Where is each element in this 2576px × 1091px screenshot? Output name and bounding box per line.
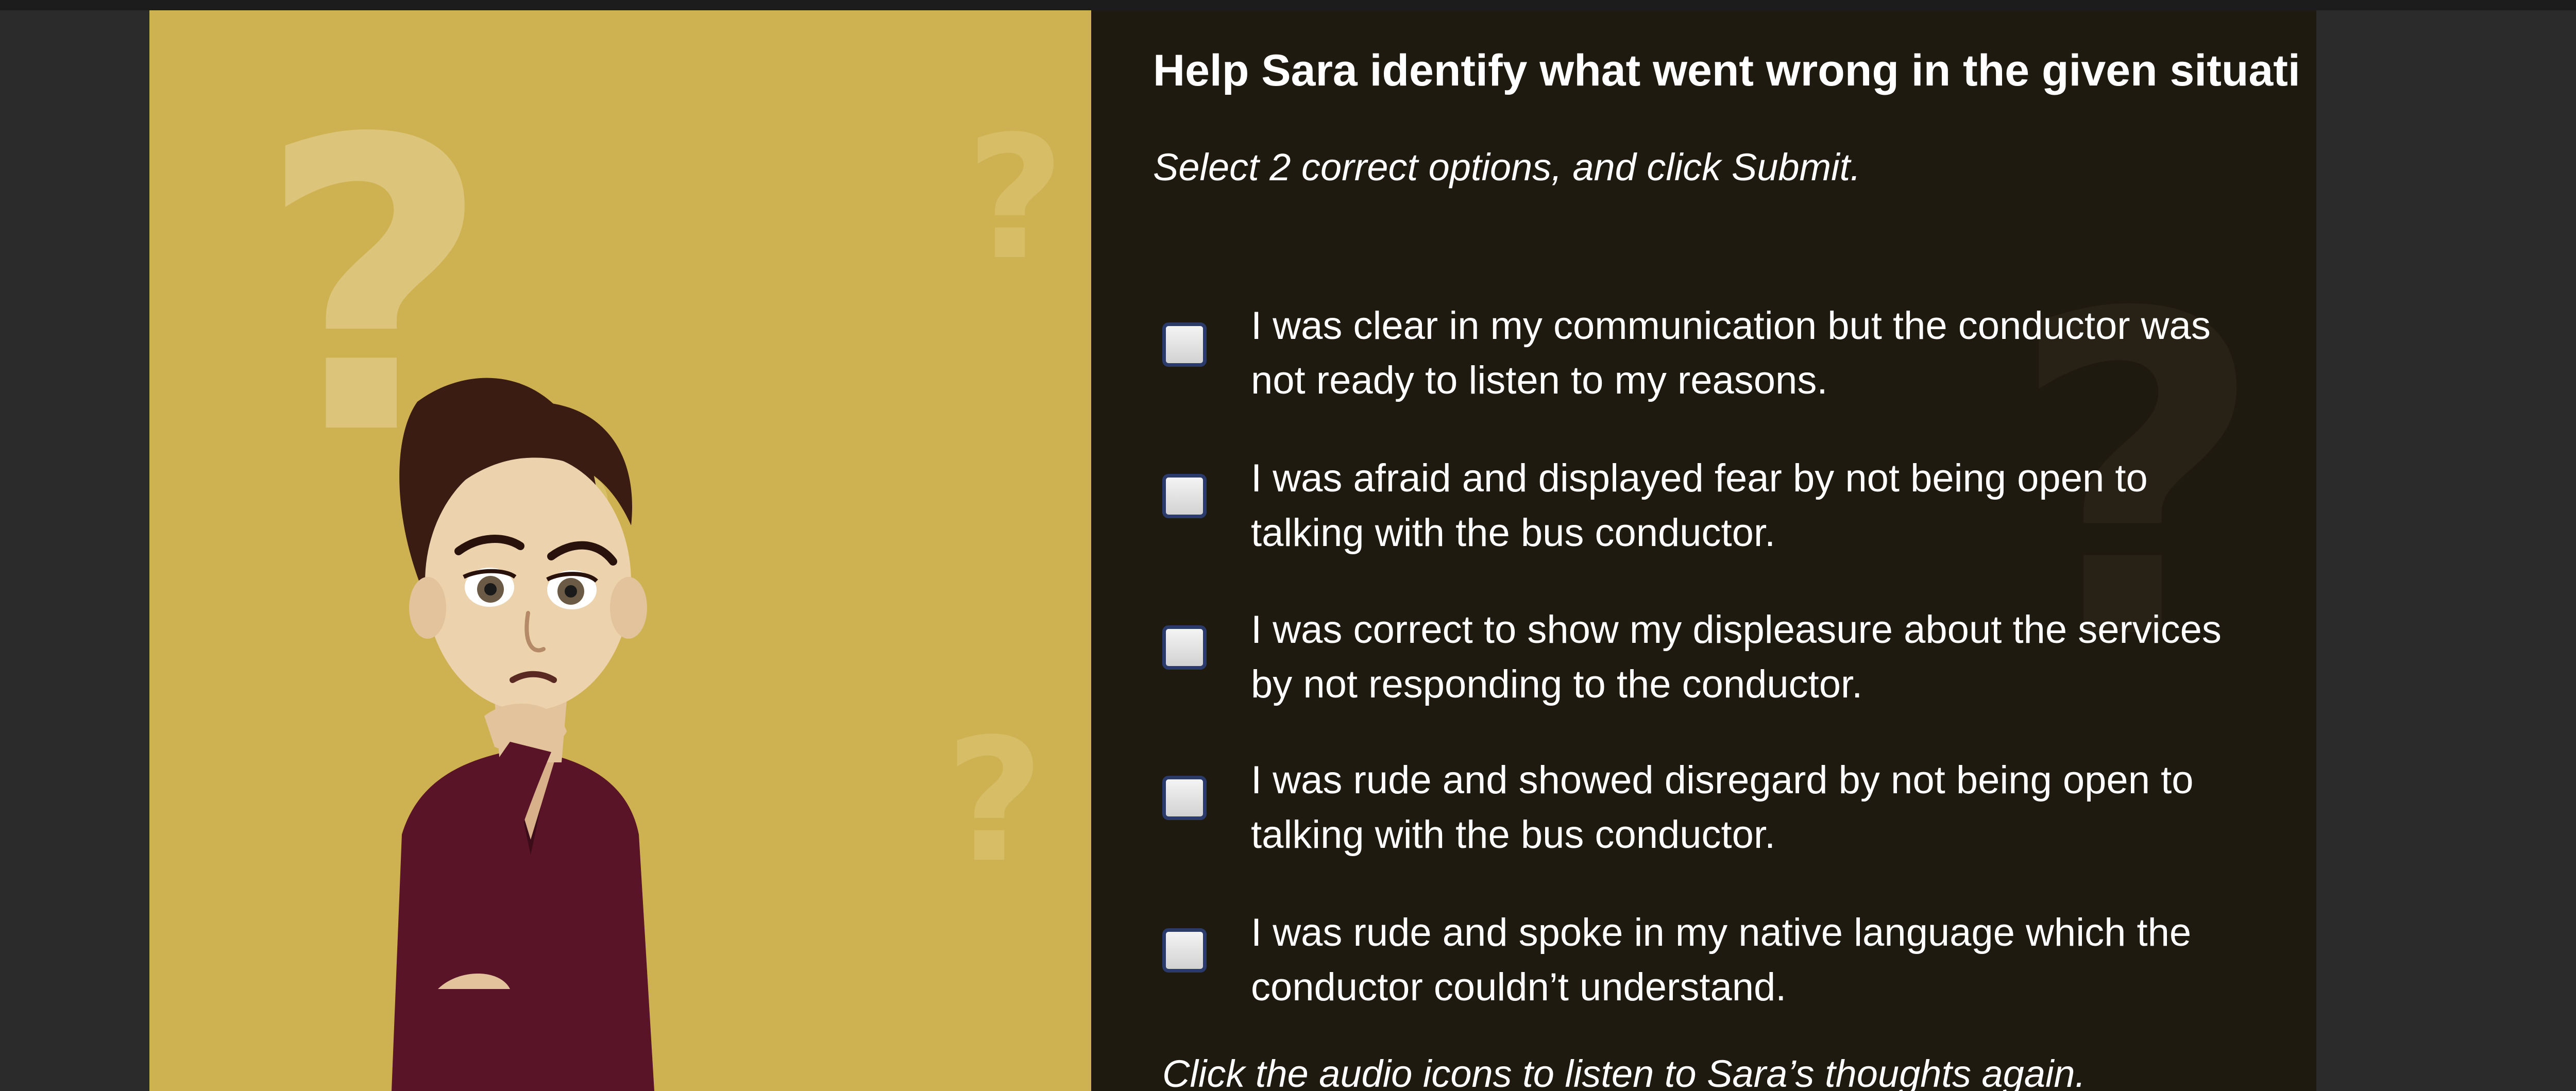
option-5-checkbox[interactable] [1162, 928, 1207, 973]
top-bar [0, 0, 2576, 10]
option-4[interactable]: I was rude and showed disregard by not b… [1091, 753, 2316, 887]
option-2[interactable]: I was afraid and displayed fear by not b… [1091, 451, 2316, 585]
question-instruction: Select 2 correct options, and click Subm… [1153, 146, 1861, 189]
option-3-checkbox[interactable] [1162, 625, 1207, 670]
illustration-panel: ? ? ? ? [149, 10, 1091, 1091]
option-4-checkbox[interactable] [1162, 776, 1207, 820]
option-5[interactable]: I was rude and spoke in my native langua… [1091, 906, 2316, 1039]
option-2-label: I was afraid and displayed fear by not b… [1251, 451, 2302, 560]
option-3[interactable]: I was correct to show my displeasure abo… [1091, 603, 2316, 737]
option-2-checkbox[interactable] [1162, 474, 1207, 518]
audio-hint-text: Click the audio icons to listen to Sara’… [1162, 1052, 2086, 1091]
option-5-label: I was rude and spoke in my native langua… [1251, 906, 2302, 1015]
option-5-line-1: I was rude and spoke in my native langua… [1251, 911, 2192, 954]
option-1-checkbox[interactable] [1162, 322, 1207, 367]
option-3-label: I was correct to show my displeasure abo… [1251, 603, 2302, 712]
option-2-line-2: talking with the bus conductor. [1251, 511, 1776, 555]
option-1-label: I was clear in my communication but the … [1251, 299, 2302, 408]
option-1-line-2: not ready to listen to my reasons. [1251, 359, 1828, 402]
option-4-label: I was rude and showed disregard by not b… [1251, 753, 2302, 862]
sara-character-illustration [392, 378, 654, 1091]
option-3-line-1: I was correct to show my displeasure abo… [1251, 608, 2222, 652]
option-1-line-1: I was clear in my communication but the … [1251, 304, 2211, 348]
question-title: Help Sara identify what went wrong in th… [1153, 46, 2300, 95]
option-3-line-2: by not responding to the conductor. [1251, 662, 1863, 706]
option-2-line-1: I was afraid and displayed fear by not b… [1251, 456, 2148, 500]
slide: ? ? ? ? Help Sara identify what went wro… [149, 10, 2316, 1091]
option-4-line-1: I was rude and showed disregard by not b… [1251, 758, 2194, 802]
option-5-line-2: conductor couldn’t understand. [1251, 965, 1787, 1009]
app-window: ? ? ? ? Help Sara identify what went wro… [0, 0, 2576, 1091]
question-panel: ? Help Sara identify what went wrong in … [1091, 10, 2316, 1091]
option-1[interactable]: I was clear in my communication but the … [1091, 299, 2316, 433]
option-4-line-2: talking with the bus conductor. [1251, 813, 1776, 857]
